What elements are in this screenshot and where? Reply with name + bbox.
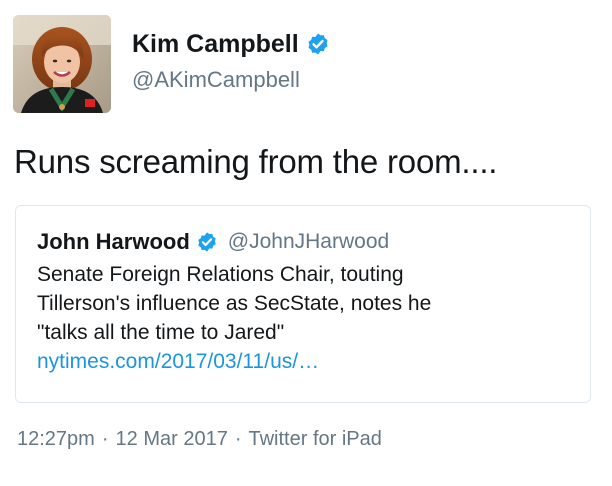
meta-separator: · xyxy=(101,427,109,450)
tweet-text: Runs screaming from the room.... xyxy=(14,143,498,180)
tweet-date[interactable]: 12 Mar 2017 xyxy=(116,428,228,451)
tweet-card: Kim Campbell @AKimCampbell Runs screamin… xyxy=(0,0,612,486)
verified-badge-icon xyxy=(306,32,330,56)
quoted-tweet[interactable]: John Harwood @JohnJHarwood Senate Foreig… xyxy=(15,205,591,403)
quoted-text-line: Senate Foreign Relations Chair, touting xyxy=(37,263,404,286)
tweet-time[interactable]: 12:27pm xyxy=(17,428,95,451)
quoted-tweet-header: John Harwood @JohnJHarwood xyxy=(37,228,389,256)
quoted-text-line: "talks all the time to Jared" xyxy=(37,321,285,344)
quoted-handle[interactable]: @JohnJHarwood xyxy=(228,230,389,254)
author-handle[interactable]: @AKimCampbell xyxy=(132,66,330,94)
author-name-row: Kim Campbell xyxy=(132,28,330,60)
tweet-source[interactable]: Twitter for iPad xyxy=(248,428,381,451)
quoted-tweet-text: Senate Foreign Relations Chair, touting … xyxy=(37,260,577,376)
tweet-meta: 12:27pm · 12 Mar 2017 · Twitter for iPad xyxy=(17,425,382,453)
meta-separator: · xyxy=(234,427,242,450)
verified-badge-icon xyxy=(196,231,218,253)
quoted-display-name[interactable]: John Harwood xyxy=(37,229,190,255)
author-display-name[interactable]: Kim Campbell xyxy=(132,28,299,60)
quoted-link[interactable]: nytimes.com/2017/03/11/us/… xyxy=(37,350,319,373)
avatar-photo xyxy=(13,15,111,113)
author-avatar[interactable] xyxy=(13,15,111,113)
author-block: Kim Campbell @AKimCampbell xyxy=(132,28,330,94)
quoted-text-line: Tillerson's influence as SecState, notes… xyxy=(37,292,432,315)
